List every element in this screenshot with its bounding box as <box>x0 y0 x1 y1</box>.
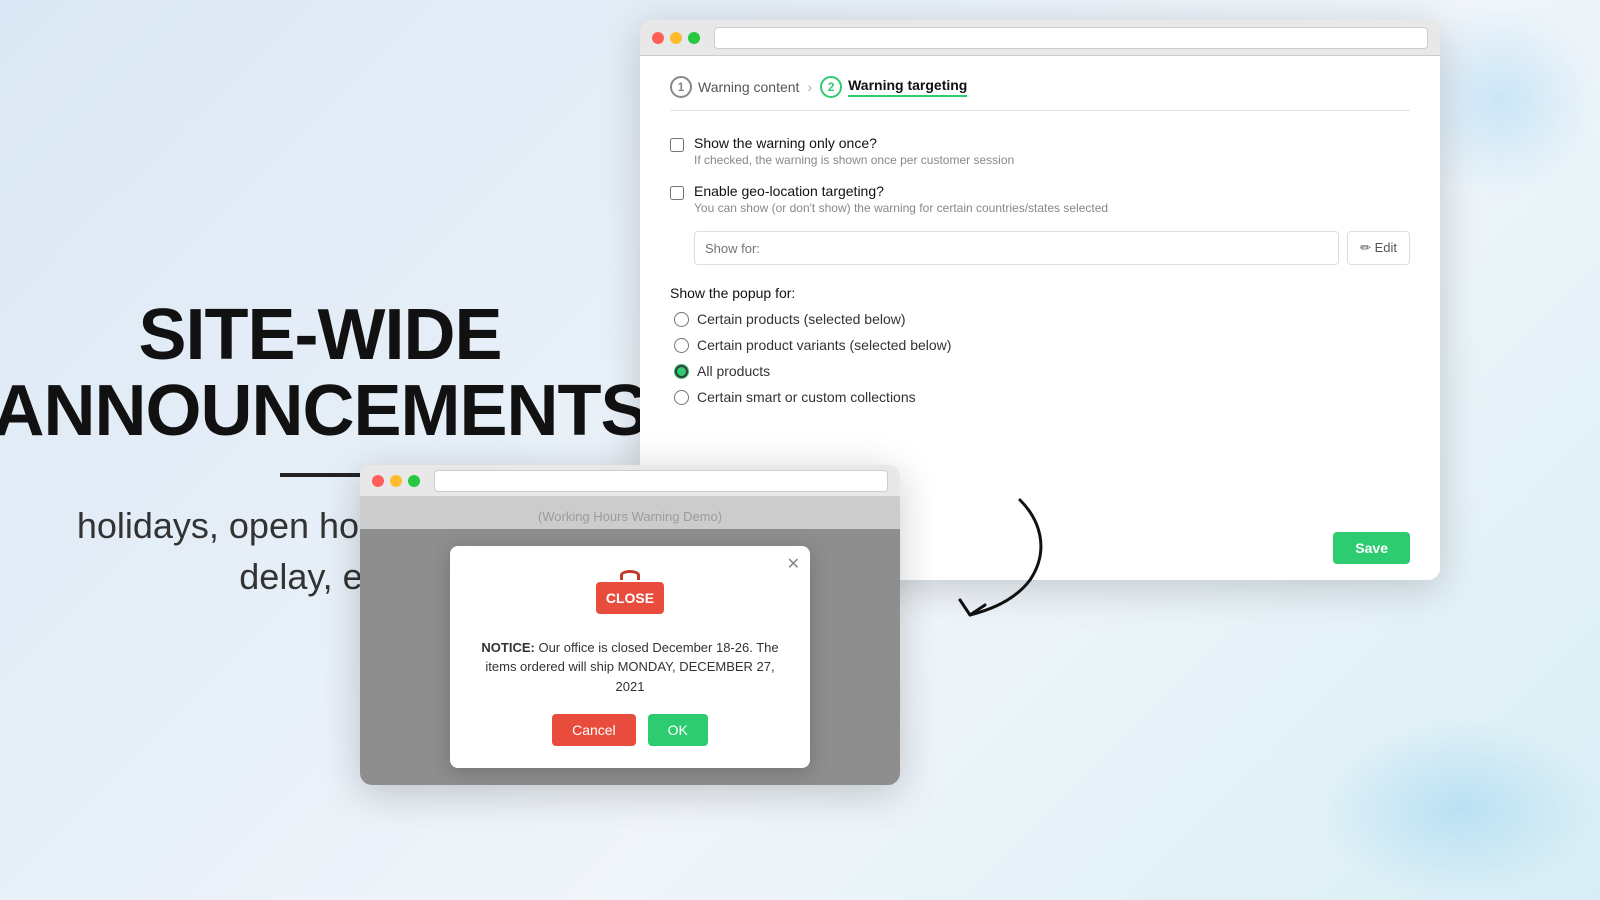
popup-url-bar[interactable] <box>434 470 888 492</box>
modal-overlay: ✕ CLOSE NOTICE: Our office is closed Dec… <box>360 529 900 785</box>
geo-input-row: ✏ Edit <box>694 231 1410 265</box>
geo-labels: Enable geo-location targeting? You can s… <box>694 183 1108 215</box>
edit-button[interactable]: ✏ Edit <box>1347 231 1410 265</box>
modal-close-button[interactable]: ✕ <box>787 554 800 574</box>
popup-browser-bg: (Working Hours Warning Demo) ✕ CLOSE NOT… <box>360 497 900 785</box>
radio-0[interactable] <box>674 312 689 327</box>
cancel-button[interactable]: Cancel <box>552 714 636 746</box>
step-1-item[interactable]: 1 Warning content <box>670 76 799 98</box>
show-once-label: Show the warning only once? <box>694 135 1014 151</box>
show-once-row: Show the warning only once? If checked, … <box>670 135 1410 167</box>
popup-page-bg-title: (Working Hours Warning Demo) <box>360 497 900 524</box>
geo-row: Enable geo-location targeting? You can s… <box>670 183 1410 215</box>
step-arrow: › <box>807 79 812 95</box>
radio-item-3[interactable]: Certain smart or custom collections <box>674 389 1410 405</box>
radio-item-2[interactable]: All products <box>674 363 1410 379</box>
show-once-sublabel: If checked, the warning is shown once pe… <box>694 153 1014 167</box>
show-once-checkbox[interactable] <box>670 138 684 152</box>
close-sign-icon: CLOSE <box>596 582 664 614</box>
modal-buttons: Cancel OK <box>478 714 782 746</box>
popup-dot-red[interactable] <box>372 475 384 487</box>
radio-item-1[interactable]: Certain product variants (selected below… <box>674 337 1410 353</box>
arrow-annotation <box>940 490 1060 630</box>
dot-green[interactable] <box>688 32 700 44</box>
step-2-circle: 2 <box>820 76 842 98</box>
step-2-item[interactable]: 2 Warning targeting <box>820 76 967 98</box>
geo-checkbox[interactable] <box>670 186 684 200</box>
popup-dot-yellow[interactable] <box>390 475 402 487</box>
ok-button[interactable]: OK <box>648 714 708 746</box>
decorative-blob-br <box>1320 720 1600 900</box>
popup-dot-green[interactable] <box>408 475 420 487</box>
radio-1[interactable] <box>674 338 689 353</box>
show-once-labels: Show the warning only once? If checked, … <box>694 135 1014 167</box>
modal-box: ✕ CLOSE NOTICE: Our office is closed Dec… <box>450 546 810 769</box>
close-sign-hook <box>620 570 640 580</box>
main-title: SITE-WIDE ANNOUNCEMENTS <box>0 298 648 449</box>
radio-3[interactable] <box>674 390 689 405</box>
geo-label: Enable geo-location targeting? <box>694 183 1108 199</box>
step-1-label: Warning content <box>698 79 799 95</box>
step-2-label: Warning targeting <box>848 77 967 97</box>
dot-red[interactable] <box>652 32 664 44</box>
url-bar[interactable] <box>714 27 1428 49</box>
show-for-input[interactable] <box>694 231 1339 265</box>
save-button[interactable]: Save <box>1333 532 1410 564</box>
radio-item-0[interactable]: Certain products (selected below) <box>674 311 1410 327</box>
modal-notice-text: NOTICE: Our office is closed December 18… <box>478 638 782 697</box>
radio-group: Certain products (selected below) Certai… <box>674 311 1410 405</box>
geo-sublabel: You can show (or don't show) the warning… <box>694 201 1108 215</box>
steps-nav: 1 Warning content › 2 Warning targeting <box>670 76 1410 111</box>
dot-yellow[interactable] <box>670 32 682 44</box>
radio-2[interactable] <box>674 364 689 379</box>
step-1-circle: 1 <box>670 76 692 98</box>
popup-section-label: Show the popup for: <box>670 285 1410 301</box>
title-divider <box>280 473 360 477</box>
browser-popup-window: (Working Hours Warning Demo) ✕ CLOSE NOT… <box>360 465 900 785</box>
close-sign-container: CLOSE <box>478 570 782 628</box>
main-titlebar <box>640 20 1440 56</box>
popup-titlebar <box>360 465 900 497</box>
arrow-svg <box>940 490 1060 630</box>
